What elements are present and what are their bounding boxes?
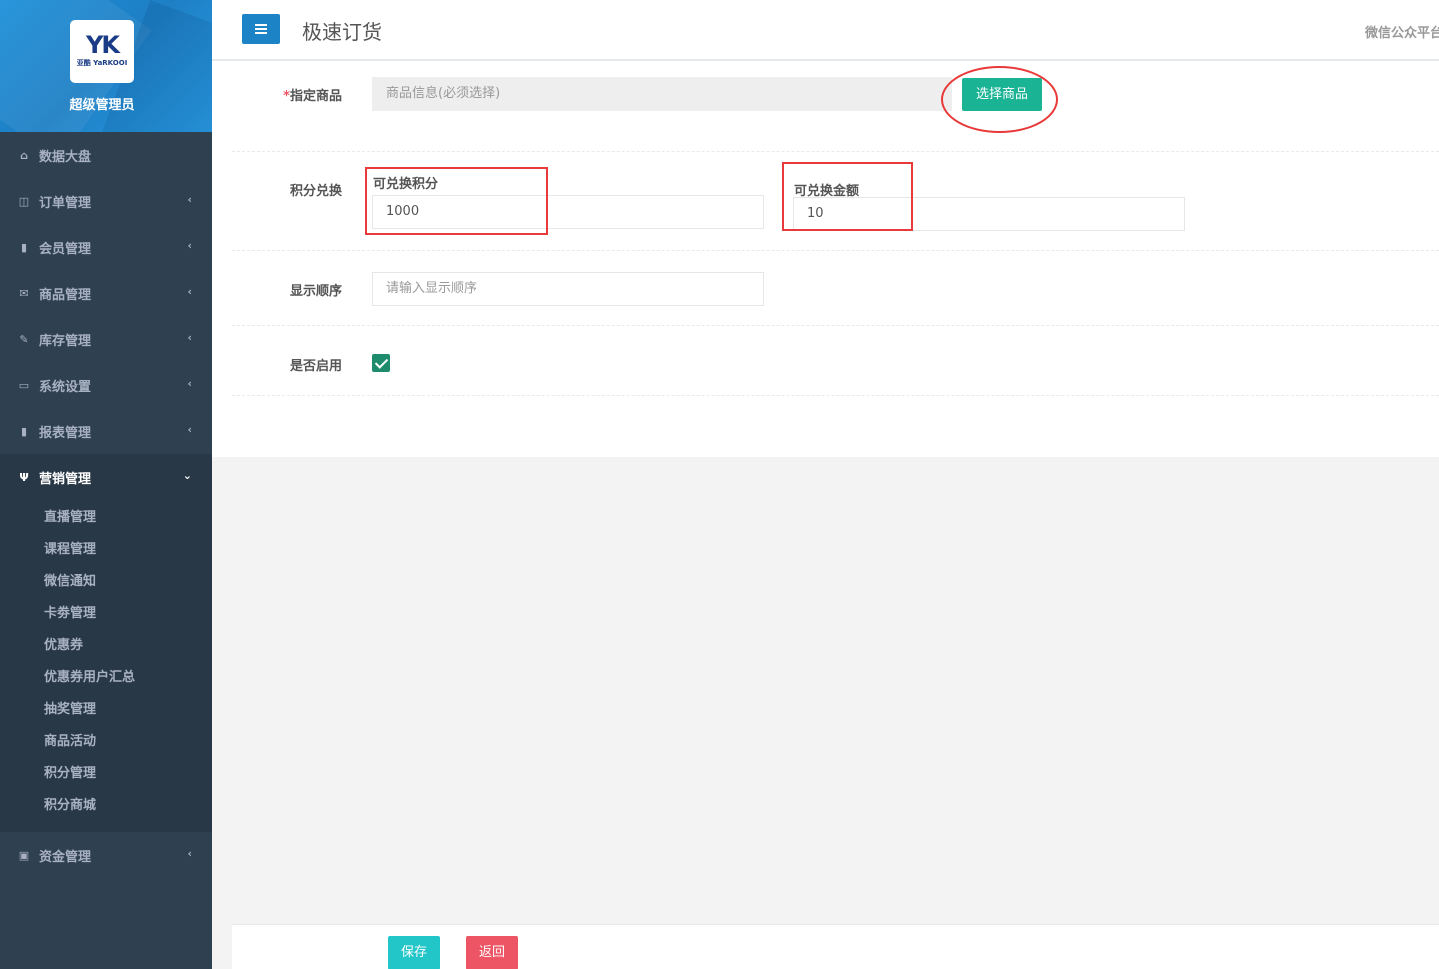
cutlery-icon: Ψ: [19, 470, 29, 484]
submenu-item[interactable]: 优惠券用户汇总: [0, 662, 212, 694]
sidebar-item-label: 报表管理: [39, 425, 92, 441]
submenu-item[interactable]: 优惠券: [0, 630, 212, 662]
edit-icon: ✎: [19, 332, 29, 346]
chevron-left-icon: ‹: [187, 847, 192, 860]
profile-header: YK 亚酷 YaRKOOI 超级管理员: [0, 0, 212, 132]
submenu-item[interactable]: 积分管理: [0, 758, 212, 790]
sidebar-item-finance[interactable]: ▣ 资金管理 ‹: [0, 832, 212, 878]
sidebar-item-label: 营销管理: [39, 471, 92, 487]
enabled-checkbox[interactable]: [372, 354, 390, 372]
sidebar-item-products[interactable]: ✉ 商品管理 ‹: [0, 270, 212, 316]
points-label: 积分兑换: [289, 184, 342, 199]
chevron-left-icon: ‹: [187, 239, 192, 252]
marketing-submenu: 直播管理 课程管理 微信通知 卡劵管理 优惠券 优惠券用户汇总 抽奖管理 商品活…: [0, 500, 212, 832]
product-label: *指定商品: [232, 85, 342, 104]
product-label-text: 指定商品: [289, 89, 342, 104]
order-label: 显示顺序: [289, 284, 342, 299]
logo-mark: YK: [86, 31, 120, 59]
form-footer: 保存 返回: [232, 924, 1439, 969]
bar-chart-icon: ▮: [20, 240, 28, 254]
sidebar-item-label: 资金管理: [39, 849, 92, 865]
save-button[interactable]: 保存: [388, 936, 441, 969]
submenu-item[interactable]: 直播管理: [0, 502, 212, 534]
chevron-left-icon: ‹: [187, 285, 192, 298]
top-right-link[interactable]: 微信公众平台: [1365, 22, 1439, 41]
sidebar-item-inventory[interactable]: ✎ 库存管理 ‹: [0, 316, 212, 362]
sidebar-item-orders[interactable]: ◫ 订单管理 ‹: [0, 178, 212, 224]
product-info-field[interactable]: 商品信息(必须选择): [372, 77, 952, 111]
bar-chart-icon: ▮: [20, 424, 28, 438]
sidebar-item-settings[interactable]: ▭ 系统设置 ‹: [0, 362, 212, 408]
page-title: 极速订货: [302, 20, 382, 44]
sidebar-item-label: 数据大盘: [39, 149, 92, 165]
order-input[interactable]: 请输入显示顺序: [372, 272, 764, 306]
envelope-icon: ✉: [19, 286, 29, 300]
form-panel: *指定商品 商品信息(必须选择) 选择商品 积分兑换 可兑换积分 1000 可兑…: [212, 61, 1439, 457]
logo-text: 亚酷 YaRKOOI: [76, 59, 128, 67]
home-icon: ⌂: [20, 148, 28, 162]
submenu-item[interactable]: 商品活动: [0, 726, 212, 758]
submenu-item[interactable]: 课程管理: [0, 534, 212, 566]
annotation-box-amount: [782, 162, 913, 231]
sidebar-item-reports[interactable]: ▮ 报表管理 ‹: [0, 408, 212, 454]
menu-toggle-button[interactable]: [242, 14, 280, 44]
required-mark: *: [283, 89, 290, 104]
back-button[interactable]: 返回: [466, 936, 519, 969]
sidebar-item-dashboard[interactable]: ⌂ 数据大盘: [0, 132, 212, 178]
sidebar-item-label: 商品管理: [39, 287, 92, 303]
chevron-left-icon: ‹: [187, 423, 192, 436]
submenu-item[interactable]: 积分商城: [0, 790, 212, 822]
submenu-item[interactable]: 微信通知: [0, 566, 212, 598]
submenu-item[interactable]: 卡劵管理: [0, 598, 212, 630]
sidebar-item-members[interactable]: ▮ 会员管理 ‹: [0, 224, 212, 270]
sidebar-item-label: 系统设置: [39, 379, 92, 395]
hamburger-icon: [255, 24, 267, 34]
user-role[interactable]: 超级管理员: [0, 94, 204, 113]
chevron-left-icon: ‹: [187, 193, 192, 206]
columns-icon: ◫: [18, 194, 30, 208]
logo: YK 亚酷 YaRKOOI: [70, 20, 134, 83]
chevron-left-icon: ‹: [187, 331, 192, 344]
chevron-down-icon: ⌄: [182, 469, 192, 482]
enabled-label: 是否启用: [289, 359, 342, 374]
sidebar: YK 亚酷 YaRKOOI 超级管理员 ⌂ 数据大盘 ◫ 订单管理 ‹ ▮ 会员…: [0, 0, 212, 969]
chevron-left-icon: ‹: [187, 377, 192, 390]
desktop-icon: ▭: [18, 378, 30, 392]
money-icon: ▣: [18, 848, 30, 862]
top-navbar: 极速订货 微信公众平台: [212, 0, 1439, 61]
form-row-enabled: [232, 326, 1439, 396]
submenu-item[interactable]: 抽奖管理: [0, 694, 212, 726]
sidebar-item-label: 会员管理: [39, 241, 92, 257]
annotation-circle: [941, 66, 1058, 133]
sidebar-item-marketing[interactable]: Ψ 营销管理 ⌄: [0, 454, 212, 500]
sidebar-item-label: 订单管理: [39, 195, 92, 211]
annotation-box-points: [365, 167, 548, 235]
sidebar-item-label: 库存管理: [39, 333, 92, 349]
